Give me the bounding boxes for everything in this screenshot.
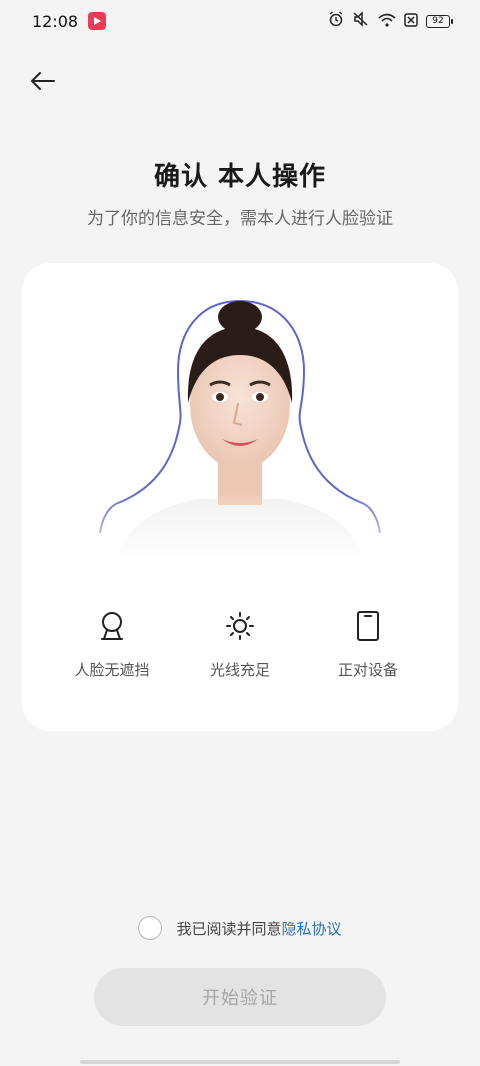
status-left: 12:08 <box>32 11 107 31</box>
arrow-left-icon <box>31 72 55 90</box>
face-unobstructed-icon <box>95 609 129 643</box>
agreement-row: 我已阅读并同意隐私协议 <box>0 916 480 940</box>
tip-face-device: 正对设备 <box>313 609 423 680</box>
start-verification-button[interactable]: 开始验证 <box>94 968 386 1026</box>
alarm-icon <box>328 11 344 31</box>
tip-light-sufficient: 光线充足 <box>185 609 295 680</box>
video-app-icon <box>88 12 107 30</box>
sim-off-icon <box>404 12 418 31</box>
mute-icon <box>352 11 370 31</box>
gesture-bar[interactable] <box>80 1060 400 1064</box>
agreement-text-wrap: 我已阅读并同意隐私协议 <box>176 918 341 939</box>
wifi-icon <box>378 12 396 31</box>
privacy-policy-link[interactable]: 隐私协议 <box>282 920 342 938</box>
tips-row: 人脸无遮挡 光线充足 正对设备 <box>22 609 458 680</box>
face-illustration <box>98 293 382 563</box>
status-time: 12:08 <box>32 11 79 31</box>
tip-label: 人脸无遮挡 <box>74 661 150 679</box>
status-right: 92 <box>328 11 453 31</box>
battery-level: 92 <box>432 15 444 26</box>
page-subtitle: 为了你的信息安全，需本人进行人脸验证 <box>87 209 393 229</box>
back-button[interactable] <box>26 64 60 98</box>
tip-label: 正对设备 <box>337 661 398 679</box>
status-bar: 12:08 92 <box>0 0 480 42</box>
agreement-checkbox[interactable] <box>138 916 163 940</box>
battery-icon: 92 <box>426 14 453 28</box>
tip-face-unobstructed: 人脸无遮挡 <box>57 609 167 680</box>
page-title: 确认 本人操作 <box>153 162 327 192</box>
face-guide-card: 人脸无遮挡 光线充足 正对设备 <box>22 263 458 731</box>
light-sufficient-icon <box>223 609 257 643</box>
face-device-icon <box>351 609 385 643</box>
agreement-text: 我已阅读并同意 <box>176 919 282 938</box>
tip-label: 光线充足 <box>209 661 270 679</box>
